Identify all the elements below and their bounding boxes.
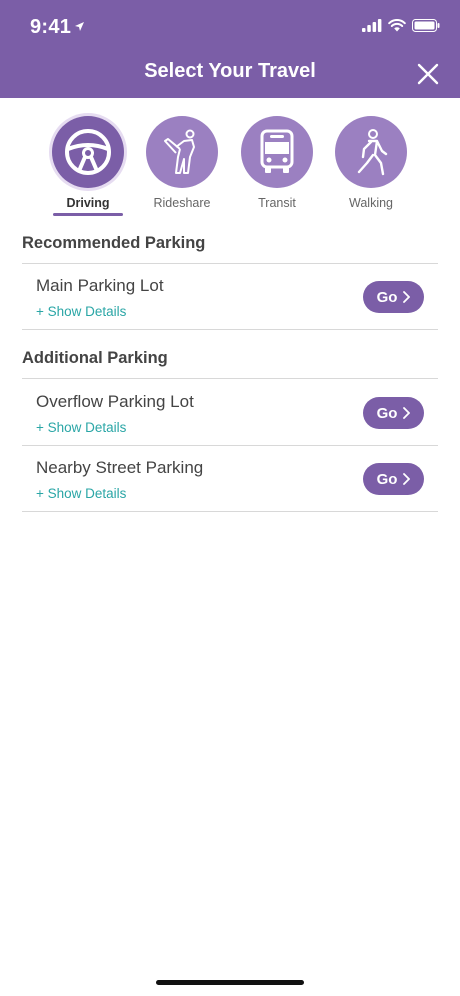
active-underline	[53, 213, 123, 216]
go-label: Go	[376, 470, 398, 488]
divider	[22, 329, 438, 330]
travel-mode-selector: Driving Rideshare Transit Walking	[0, 116, 460, 216]
go-label: Go	[376, 288, 398, 306]
section-title-recommended: Recommended Parking	[22, 234, 206, 252]
mode-label: Walking	[349, 196, 393, 210]
show-details-link[interactable]: + Show Details	[36, 420, 126, 435]
wifi-icon	[388, 19, 406, 32]
mode-label: Transit	[258, 196, 296, 210]
location-arrow-icon	[75, 22, 84, 31]
mode-walking[interactable]: Walking	[326, 116, 416, 210]
mode-driving[interactable]: Driving	[43, 116, 133, 216]
close-icon[interactable]	[416, 62, 440, 86]
section-title-additional: Additional Parking	[22, 349, 168, 367]
go-button[interactable]: Go	[363, 397, 424, 429]
mode-label: Driving	[66, 196, 110, 210]
chevron-right-icon	[403, 407, 411, 419]
home-indicator[interactable]	[156, 980, 304, 985]
battery-icon	[412, 19, 440, 32]
chevron-right-icon	[403, 291, 411, 303]
signal-icon	[362, 19, 382, 32]
go-button[interactable]: Go	[363, 281, 424, 313]
chevron-right-icon	[403, 473, 411, 485]
hailing-person-icon	[164, 129, 195, 174]
parking-name: Overflow Parking Lot	[36, 392, 194, 411]
walking-person-icon	[357, 129, 388, 176]
mode-rideshare[interactable]: Rideshare	[137, 116, 227, 210]
status-icons	[362, 19, 440, 32]
mode-label: Rideshare	[153, 196, 211, 210]
go-button[interactable]: Go	[363, 463, 424, 495]
divider	[22, 378, 438, 379]
parking-row: Main Parking Lot + Show Details Go	[22, 264, 438, 330]
parking-name: Main Parking Lot	[36, 276, 164, 295]
steering-wheel-icon	[65, 129, 111, 175]
mode-transit[interactable]: Transit	[232, 116, 322, 210]
show-details-link[interactable]: + Show Details	[36, 486, 126, 501]
app-header: 9:41 Select Your Travel	[0, 0, 460, 98]
parking-row: Nearby Street Parking + Show Details Go	[22, 446, 438, 512]
bus-icon	[260, 129, 294, 173]
divider	[22, 511, 438, 512]
status-time: 9:41	[30, 16, 72, 38]
parking-row: Overflow Parking Lot + Show Details Go	[22, 380, 438, 446]
show-details-link[interactable]: + Show Details	[36, 304, 126, 319]
page-title: Select Your Travel	[144, 60, 316, 82]
parking-name: Nearby Street Parking	[36, 458, 204, 477]
go-label: Go	[376, 404, 398, 422]
